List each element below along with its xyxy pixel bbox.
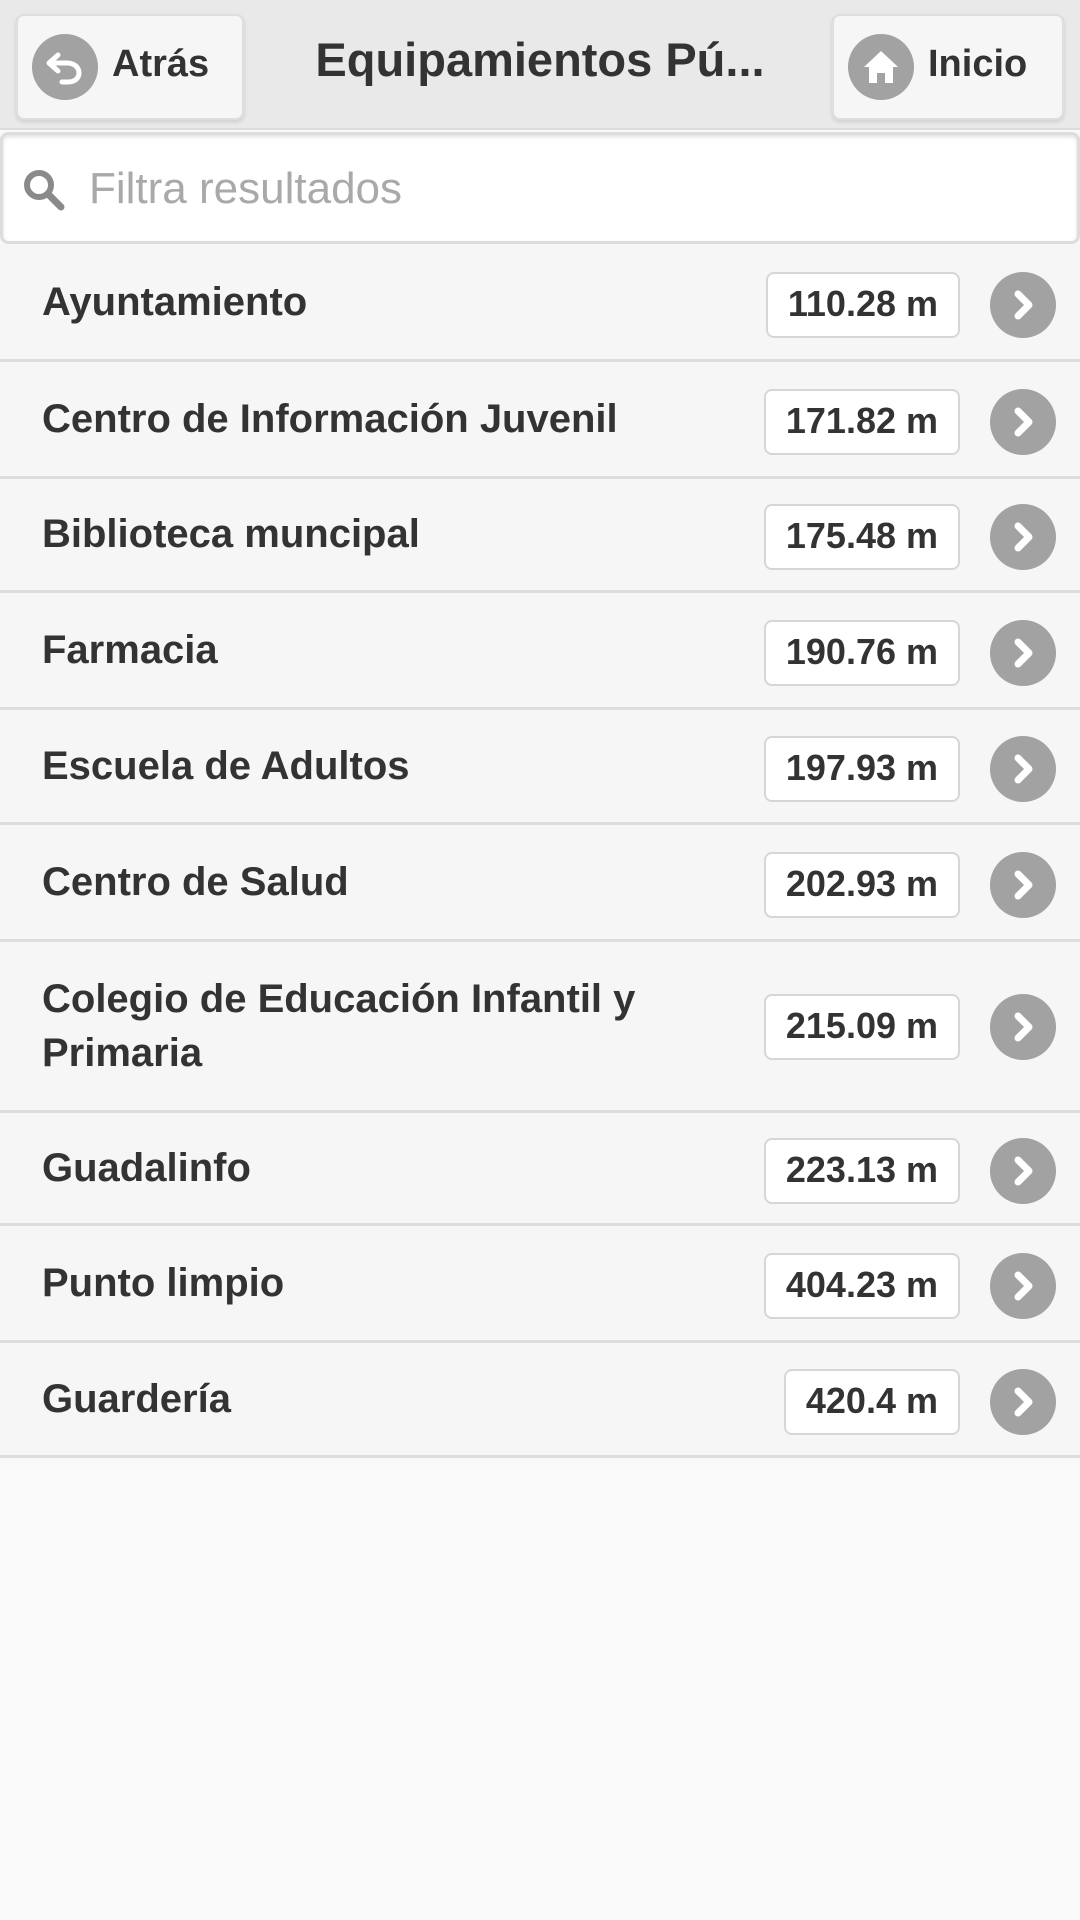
home-button[interactable]: Inicio [832,14,1064,120]
header-bar: Atrás Equipamientos Pú... Inicio [0,0,1080,130]
chevron-right-icon [990,994,1056,1060]
item-name: Punto limpio [42,1261,285,1305]
search-bar [0,132,1080,244]
list-item[interactable]: Escuela de Adultos 197.93 m [0,710,1080,825]
chevron-right-icon [990,1253,1056,1319]
home-button-label: Inicio [928,42,1028,85]
list-item[interactable]: Farmacia 190.76 m [0,593,1080,710]
back-button[interactable]: Atrás [16,14,244,120]
distance-badge: 110.28 m [765,272,960,338]
chevron-right-icon [990,1138,1056,1204]
item-name: Farmacia [42,628,218,672]
item-name: Guardería [42,1377,231,1421]
distance-badge: 215.09 m [763,994,960,1060]
list-item[interactable]: Ayuntamiento 110.28 m [0,244,1080,362]
distance-badge: 171.82 m [763,389,960,455]
chevron-right-icon [990,736,1056,802]
list-item[interactable]: Centro de Salud 202.93 m [0,825,1080,942]
chevron-right-icon [990,1369,1056,1435]
home-icon [848,34,914,100]
item-name: Biblioteca muncipal [42,512,420,556]
list-item[interactable]: Colegio de Educación Infantil y Primaria… [0,942,1080,1113]
distance-badge: 197.93 m [763,736,960,802]
item-name: Ayuntamiento [42,280,308,324]
back-button-label: Atrás [112,42,210,85]
distance-badge: 190.76 m [763,620,960,686]
distance-badge: 420.4 m [783,1369,960,1435]
chevron-right-icon [990,852,1056,918]
distance-badge: 223.13 m [763,1138,960,1204]
list-item[interactable]: Guardería 420.4 m [0,1343,1080,1458]
item-name: Colegio de Educación Infantil y Primaria [42,977,636,1075]
chevron-right-icon [990,620,1056,686]
list-item[interactable]: Guadalinfo 223.13 m [0,1113,1080,1226]
item-name: Guadalinfo [42,1146,251,1190]
chevron-right-icon [990,389,1056,455]
page-title: Equipamientos Pú... [315,33,765,86]
distance-badge: 404.23 m [763,1253,960,1319]
item-name: Escuela de Adultos [42,744,410,788]
item-name: Centro de Salud [42,860,349,904]
distance-badge: 175.48 m [763,504,960,570]
chevron-right-icon [990,504,1056,570]
search-input[interactable] [87,153,1047,225]
search-icon [21,167,67,213]
chevron-right-icon [990,272,1056,338]
list-item[interactable]: Biblioteca muncipal 175.48 m [0,479,1080,593]
item-name: Centro de Información Juvenil [42,397,618,441]
back-arrow-icon [32,34,98,100]
list-item[interactable]: Punto limpio 404.23 m [0,1226,1080,1343]
distance-badge: 202.93 m [763,852,960,918]
list-item[interactable]: Centro de Información Juvenil 171.82 m [0,362,1080,479]
